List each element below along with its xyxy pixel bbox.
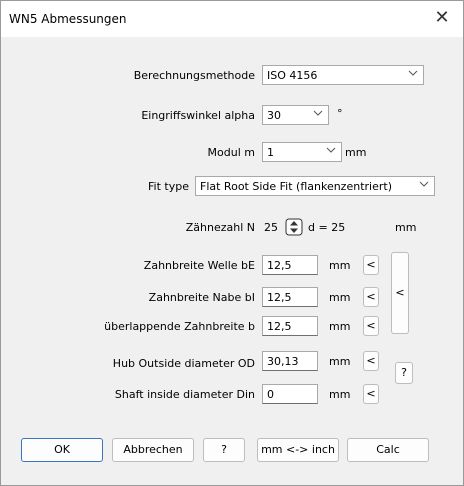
calc-button[interactable]: Calc — [347, 438, 429, 462]
row-label: Zahnbreite Nabe bI — [148, 291, 255, 304]
ueberlappende-zahnbreite-button[interactable]: < — [363, 316, 379, 336]
modul-value: 1 — [267, 146, 274, 159]
shaft-unit: mm — [329, 388, 351, 401]
diameter-unit: mm — [395, 221, 417, 234]
diameter-text: d = 25 — [308, 221, 346, 234]
spinner-icon[interactable] — [285, 218, 303, 236]
cancel-button[interactable]: Abbrechen — [112, 438, 194, 462]
chevron-down-icon — [419, 181, 429, 187]
alpha-unit: ° — [337, 107, 343, 120]
shaft-label: Shaft inside diameter Din — [114, 388, 255, 401]
input-value: 30,13 — [267, 355, 299, 368]
modul-label: Modul m — [207, 146, 255, 159]
dialog-window: WN5 Abmessungen ✕ Berechnungsmethode ISO… — [0, 0, 464, 486]
teeth-label: Zähnezahl N — [185, 221, 255, 234]
zahnbreite-nabe-input[interactable]: 12,5 — [262, 287, 318, 307]
input-value: 12,5 — [267, 320, 292, 333]
alpha-value: 30 — [267, 109, 281, 122]
hub-unit: mm — [329, 355, 351, 368]
shaft-din-input[interactable]: 0 — [262, 384, 318, 404]
ok-button[interactable]: OK — [21, 438, 103, 462]
row-label: überlappende Zahnbreite b — [104, 320, 255, 333]
help-button[interactable]: ? — [203, 438, 245, 462]
chevron-down-icon — [408, 70, 418, 76]
zahnbreite-welle-button[interactable]: < — [363, 255, 379, 275]
input-value: 12,5 — [267, 291, 292, 304]
close-icon[interactable]: ✕ — [431, 7, 453, 29]
input-value: 12,5 — [267, 259, 292, 272]
title-bar: WN5 Abmessungen ✕ — [1, 1, 463, 37]
alpha-select[interactable]: 30 — [262, 105, 329, 125]
row-unit: mm — [329, 320, 351, 333]
modul-select[interactable]: 1 — [262, 142, 342, 162]
row-unit: mm — [329, 291, 351, 304]
fit-select[interactable]: Flat Root Side Fit (flankenzentriert) — [195, 176, 435, 196]
hub-od-button[interactable]: < — [363, 351, 379, 371]
method-label: Berechnungsmethode — [133, 69, 255, 82]
unit-convert-button[interactable]: mm <-> inch — [257, 438, 339, 462]
hub-label: Hub Outside diameter OD — [112, 357, 255, 370]
fit-value: Flat Root Side Fit (flankenzentriert) — [200, 180, 392, 193]
zahnbreite-welle-input[interactable]: 12,5 — [262, 255, 318, 275]
row-unit: mm — [329, 259, 351, 272]
zahnbreite-nabe-button[interactable]: < — [363, 287, 379, 307]
hub-od-input[interactable]: 30,13 — [262, 351, 318, 371]
method-value: ISO 4156 — [267, 69, 318, 82]
group-apply-button[interactable]: < — [391, 252, 409, 334]
teeth-value[interactable]: 25 — [264, 221, 278, 234]
chevron-down-icon — [326, 147, 336, 153]
shaft-din-button[interactable]: < — [363, 384, 379, 404]
alpha-label: Eingriffswinkel alpha — [141, 109, 255, 122]
method-select[interactable]: ISO 4156 — [262, 65, 424, 85]
help-small-button[interactable]: ? — [395, 362, 413, 384]
input-value: 0 — [267, 388, 274, 401]
window-title: WN5 Abmessungen — [9, 12, 127, 26]
chevron-down-icon — [313, 110, 323, 116]
fit-label: Fit type — [148, 180, 189, 193]
row-label: Zahnbreite Welle bE — [143, 259, 255, 272]
ueberlappende-zahnbreite-input[interactable]: 12,5 — [262, 316, 318, 336]
modul-unit: mm — [345, 146, 367, 159]
